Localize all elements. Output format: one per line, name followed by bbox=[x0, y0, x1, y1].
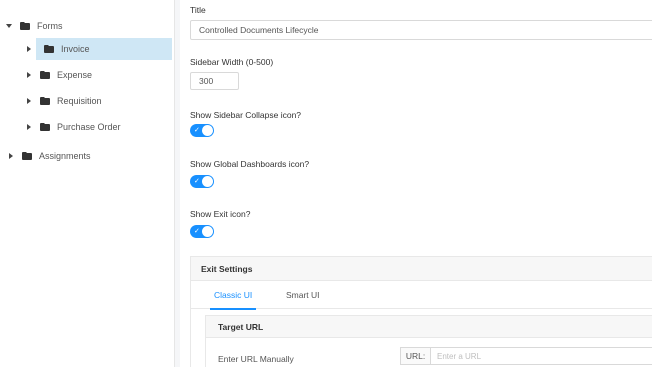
folder-icon bbox=[40, 123, 50, 131]
caret-right-icon[interactable] bbox=[26, 98, 32, 104]
target-url-title: Target URL bbox=[206, 316, 652, 338]
title-label: Title bbox=[190, 5, 206, 15]
tree-item-label: Invoice bbox=[61, 44, 90, 54]
tab-classic-ui[interactable]: Classic UI bbox=[209, 281, 257, 310]
show-dashboards-label: Show Global Dashboards icon? bbox=[190, 159, 310, 169]
target-url-panel: Target URL Enter URL Manually URL: Enter… bbox=[205, 315, 652, 367]
tree-item-expense[interactable]: Expense bbox=[26, 64, 171, 86]
tree-item-label: Assignments bbox=[39, 151, 91, 161]
title-input[interactable]: Controlled Documents Lifecycle bbox=[190, 20, 652, 40]
check-icon: ✓ bbox=[194, 228, 200, 235]
folder-icon bbox=[22, 152, 32, 160]
tree-item-label: Forms bbox=[37, 21, 63, 31]
sidebar-tree: Forms Invoice Expense Requisition Purcha… bbox=[0, 0, 175, 367]
caret-down-icon[interactable] bbox=[6, 23, 12, 29]
caret-right-icon[interactable] bbox=[26, 72, 32, 78]
caret-right-icon[interactable] bbox=[8, 153, 14, 159]
toggle-knob bbox=[202, 226, 213, 237]
exit-settings-tabs: Classic UI Smart UI bbox=[191, 281, 652, 310]
url-addon-label: URL: bbox=[401, 348, 431, 364]
tree-item-invoice[interactable]: Invoice bbox=[27, 38, 172, 60]
show-collapse-toggle[interactable]: ✓ bbox=[190, 124, 214, 137]
tree-item-label: Purchase Order bbox=[57, 122, 121, 132]
folder-icon bbox=[20, 22, 30, 30]
tree-item-label: Expense bbox=[57, 70, 93, 80]
tree-item-label: Requisition bbox=[57, 96, 102, 106]
caret-right-icon[interactable] bbox=[26, 46, 32, 52]
show-exit-label: Show Exit icon? bbox=[190, 209, 251, 219]
sidebar-width-input[interactable]: 300 bbox=[190, 72, 239, 90]
exit-settings-panel: Exit Settings Classic UI Smart UI Target… bbox=[190, 256, 652, 367]
tree-item-assignments[interactable]: Assignments bbox=[8, 145, 171, 167]
tree-item-requisition[interactable]: Requisition bbox=[26, 90, 171, 112]
tree-item-forms[interactable]: Forms bbox=[6, 15, 171, 37]
toggle-knob bbox=[202, 125, 213, 136]
check-icon: ✓ bbox=[194, 178, 200, 185]
url-input-group: URL: Enter a URL bbox=[400, 347, 652, 365]
folder-icon bbox=[44, 45, 54, 53]
show-dashboards-toggle[interactable]: ✓ bbox=[190, 175, 214, 188]
sidebar-width-label: Sidebar Width (0-500) bbox=[190, 57, 274, 67]
caret-right-icon[interactable] bbox=[26, 124, 32, 130]
show-exit-toggle[interactable]: ✓ bbox=[190, 225, 214, 238]
url-input[interactable]: Enter a URL bbox=[431, 348, 652, 364]
tree-item-purchase-order[interactable]: Purchase Order bbox=[26, 116, 171, 138]
tab-smart-ui[interactable]: Smart UI bbox=[286, 281, 320, 309]
enter-url-manually-label: Enter URL Manually bbox=[218, 354, 294, 364]
folder-icon bbox=[40, 71, 50, 79]
check-icon: ✓ bbox=[194, 127, 200, 134]
folder-icon bbox=[40, 97, 50, 105]
exit-settings-title: Exit Settings bbox=[191, 257, 652, 281]
show-collapse-label: Show Sidebar Collapse icon? bbox=[190, 110, 302, 120]
settings-form: Title Controlled Documents Lifecycle Sid… bbox=[180, 0, 652, 367]
toggle-knob bbox=[202, 176, 213, 187]
